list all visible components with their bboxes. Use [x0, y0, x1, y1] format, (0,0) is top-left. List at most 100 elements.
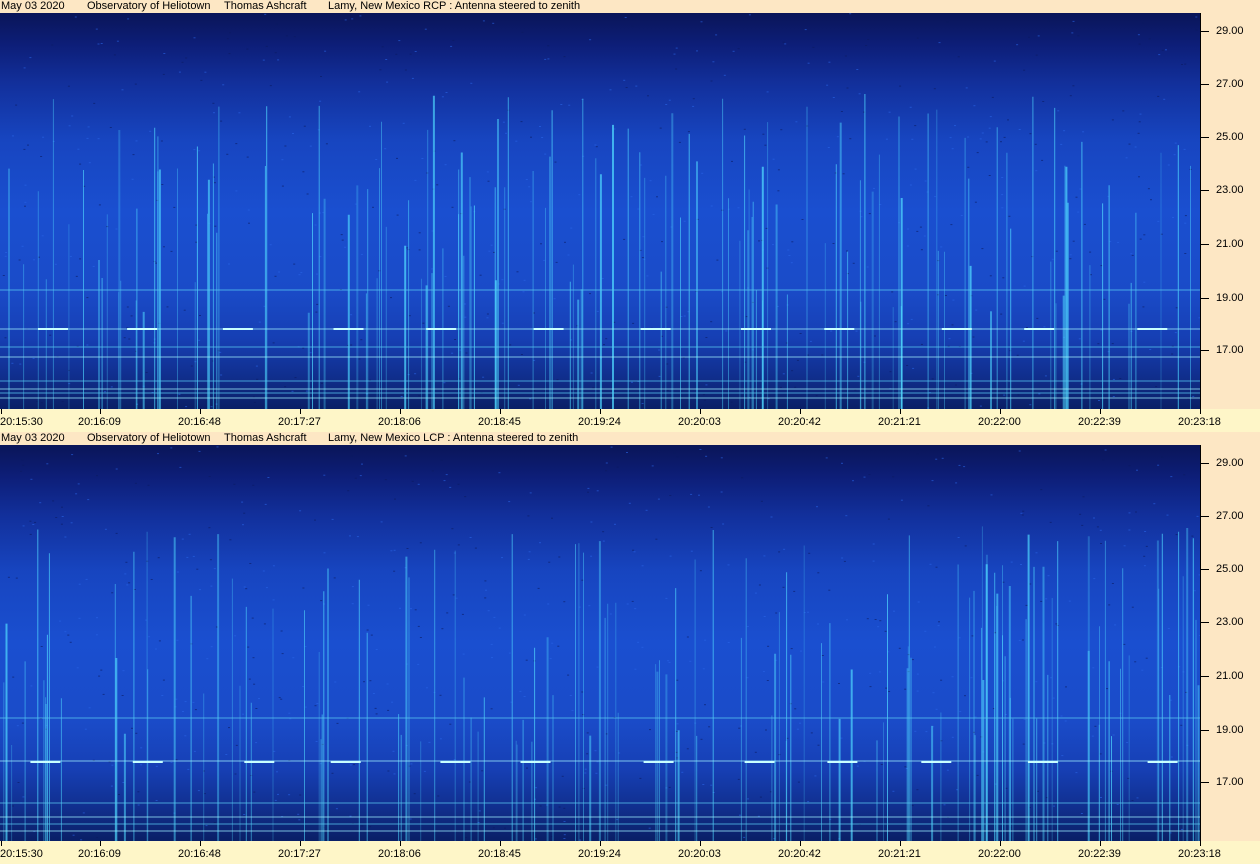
noise-speck: [981, 248, 984, 250]
noise-speck: [369, 125, 371, 127]
time-tick-label: 20:18:06: [378, 848, 421, 860]
noise-speck: [1092, 667, 1095, 669]
noise-speck: [872, 560, 875, 562]
noise-speck: [353, 764, 356, 766]
noise-speck: [204, 71, 207, 73]
noise-speck: [841, 557, 844, 559]
noise-speck: [991, 96, 994, 98]
noise-speck: [163, 246, 165, 248]
noise-speck: [1184, 215, 1187, 217]
noise-speck: [770, 516, 773, 518]
noise-speck: [849, 13, 852, 15]
noise-speck: [705, 337, 708, 338]
noise-speck: [29, 57, 32, 59]
noise-speck: [666, 363, 669, 365]
tick-mark: [1100, 409, 1101, 414]
noise-speck: [858, 93, 861, 95]
noise-speck: [390, 550, 393, 552]
noise-speck: [306, 193, 309, 195]
noise-speck: [193, 37, 196, 39]
noise-speck: [725, 330, 728, 332]
noise-speck: [1116, 804, 1119, 805]
noise-speck: [424, 28, 427, 30]
noise-speck: [170, 447, 173, 449]
noise-speck: [985, 141, 988, 143]
noise-speck: [1161, 49, 1164, 51]
noise-speck: [985, 453, 987, 455]
noise-speck: [796, 359, 799, 361]
noise-speck: [86, 137, 89, 139]
noise-speck: [395, 53, 398, 55]
noise-speck: [888, 111, 891, 113]
noise-speck: [1178, 13, 1181, 15]
noise-speck: [197, 790, 200, 792]
noise-speck: [449, 486, 452, 488]
noise-speck: [170, 761, 173, 763]
noise-speck: [1180, 724, 1183, 726]
noise-speck: [350, 344, 353, 346]
noise-speck: [354, 477, 357, 479]
noise-speck: [1170, 699, 1173, 701]
noise-speck: [1119, 378, 1122, 379]
noise-speck: [1138, 121, 1141, 123]
noise-speck: [384, 479, 387, 481]
noise-speck: [1137, 132, 1140, 134]
tick-mark: [1201, 622, 1209, 623]
noise-speck: [702, 784, 705, 785]
noise-speck: [815, 395, 818, 397]
noise-speck: [1091, 735, 1094, 737]
noise-speck: [790, 648, 793, 650]
noise-speck: [530, 136, 532, 138]
noise-speck: [845, 515, 848, 517]
noise-speck: [784, 43, 787, 45]
noise-speck: [1072, 240, 1075, 242]
spectrogram-image[interactable]: [0, 445, 1200, 841]
noise-speck: [1128, 529, 1131, 531]
noise-speck: [1061, 755, 1064, 757]
noise-speck: [631, 25, 634, 27]
noise-speck: [1077, 211, 1080, 213]
noise-speck: [421, 158, 424, 159]
noise-speck: [414, 609, 417, 611]
noise-speck: [155, 765, 158, 767]
noise-speck: [884, 630, 887, 632]
noise-speck: [109, 127, 112, 128]
noise-speck: [974, 201, 977, 203]
noise-speck: [979, 138, 982, 140]
noise-speck: [509, 344, 512, 346]
noise-speck: [732, 50, 735, 52]
noise-speck: [623, 79, 626, 81]
noise-speck: [419, 637, 422, 638]
noise-speck: [553, 298, 556, 300]
noise-speck: [452, 39, 455, 41]
noise-speck: [281, 185, 284, 187]
noise-speck: [309, 352, 312, 354]
time-tick-label: 20:21:21: [878, 416, 921, 428]
time-tick: 20:23:18: [1178, 841, 1238, 861]
tick-mark: [200, 841, 201, 846]
noise-speck: [1060, 715, 1063, 717]
noise-speck: [277, 59, 280, 61]
time-tick-label: 20:16:09: [78, 848, 121, 860]
time-tick: 20:22:00: [978, 841, 1038, 861]
noise-speck: [1170, 756, 1173, 758]
time-tick: 20:20:03: [678, 409, 738, 429]
noise-speck: [485, 589, 487, 591]
noise-speck: [358, 91, 361, 93]
noise-speck: [772, 158, 775, 160]
freq-tick-label: 19.00: [1216, 292, 1244, 304]
noise-speck: [967, 136, 970, 138]
noise-speck: [384, 148, 387, 150]
noise-speck: [595, 772, 598, 774]
noise-speck: [879, 620, 882, 622]
noise-speck: [1018, 450, 1021, 452]
noise-speck: [1072, 85, 1075, 87]
noise-speck: [86, 297, 89, 299]
noise-speck: [404, 69, 407, 71]
time-tick-label: 20:22:00: [978, 848, 1021, 860]
freq-tick-label: 25.00: [1216, 131, 1244, 143]
noise-speck: [1136, 797, 1139, 799]
noise-speck: [911, 138, 914, 140]
spectrogram-image[interactable]: [0, 13, 1200, 409]
noise-speck: [110, 386, 113, 388]
